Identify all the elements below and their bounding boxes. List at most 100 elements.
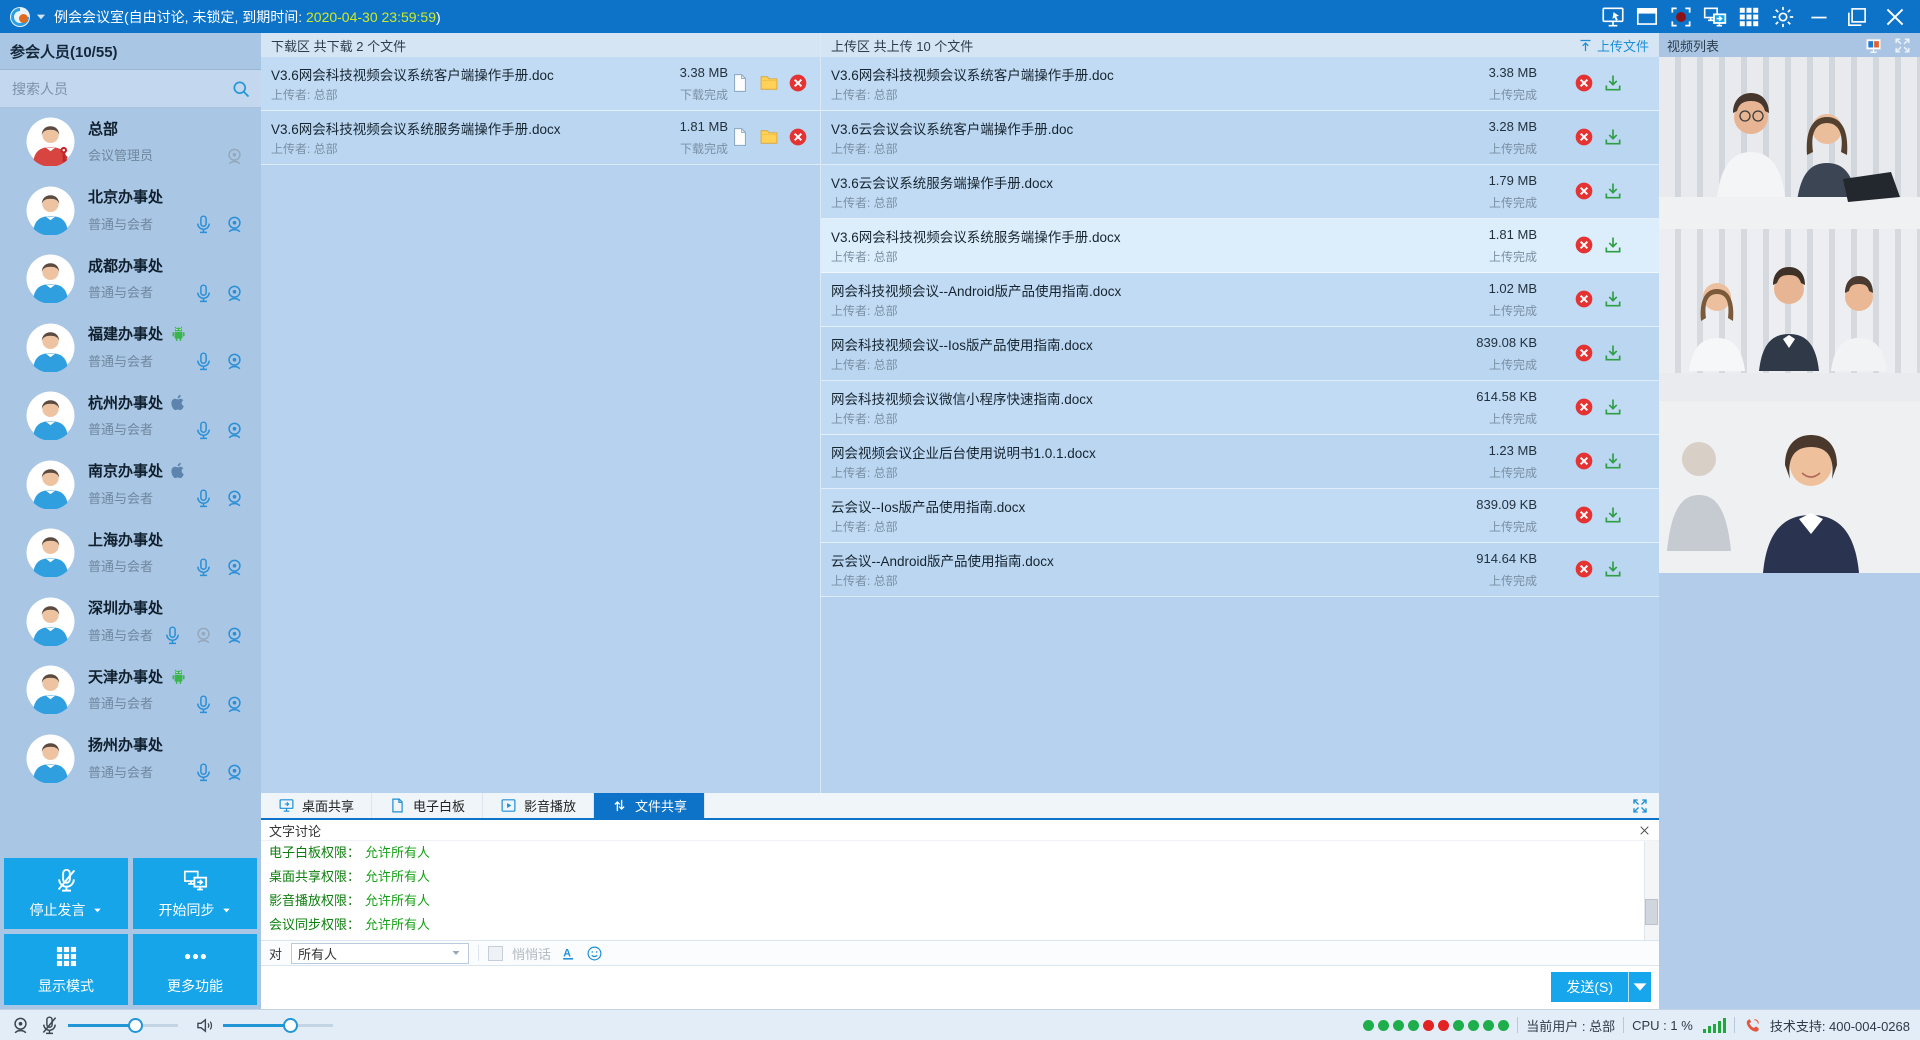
maximize-button[interactable] — [1840, 4, 1874, 30]
webcam-icon[interactable] — [224, 420, 245, 441]
participant-row[interactable]: 福建办事处 普通与会者 — [0, 313, 261, 382]
recipient-select[interactable]: 所有人 — [291, 943, 469, 964]
delete-icon[interactable] — [1574, 397, 1594, 417]
mic-muted-icon[interactable] — [39, 1015, 60, 1036]
close-button[interactable] — [1878, 4, 1912, 30]
record-icon[interactable] — [1666, 4, 1696, 30]
sync-screens-icon[interactable] — [1700, 4, 1730, 30]
tab-电子白板[interactable]: 电子白板 — [372, 793, 483, 818]
expand-icon[interactable] — [1893, 36, 1912, 55]
webcam-icon[interactable] — [224, 762, 245, 783]
delete-icon[interactable] — [1574, 343, 1594, 363]
participant-row[interactable]: 天津办事处 普通与会者 — [0, 655, 261, 724]
page-icon[interactable] — [730, 73, 750, 93]
download-icon[interactable] — [1603, 181, 1623, 201]
speaker-volume-slider[interactable] — [223, 1018, 333, 1033]
delete-icon[interactable] — [1574, 505, 1594, 525]
slider-thumb[interactable] — [128, 1018, 143, 1033]
scrollbar-thumb[interactable] — [1645, 899, 1658, 925]
delete-icon[interactable] — [1574, 181, 1594, 201]
send-button[interactable]: 发送(S) — [1551, 972, 1651, 1002]
close-icon[interactable] — [1638, 824, 1651, 837]
gear-icon[interactable] — [1768, 4, 1798, 30]
grid-icon[interactable] — [1734, 4, 1764, 30]
send-options-caret[interactable] — [1628, 972, 1651, 1002]
mic-icon[interactable] — [193, 420, 214, 441]
webcam-icon[interactable] — [224, 694, 245, 715]
upload-file-row[interactable]: 网会科技视频会议--Ios版产品使用指南.docx 上传者: 总部 839.08… — [821, 327, 1659, 381]
caret-down-icon[interactable] — [92, 905, 103, 916]
download-icon[interactable] — [1603, 127, 1623, 147]
delete-icon[interactable] — [788, 73, 808, 93]
participant-row[interactable]: 上海办事处 普通与会者 — [0, 518, 261, 587]
webcam-icon[interactable] — [224, 351, 245, 372]
page-icon[interactable] — [730, 127, 750, 147]
monitor-cursor-icon[interactable] — [1598, 4, 1628, 30]
tab-桌面共享[interactable]: 桌面共享 — [261, 793, 372, 818]
mic-icon[interactable] — [193, 214, 214, 235]
participant-row[interactable]: 深圳办事处 普通与会者 — [0, 587, 261, 656]
mic-icon[interactable] — [162, 625, 183, 646]
download-icon[interactable] — [1603, 73, 1623, 93]
sidebar-button-sync-screens[interactable]: 开始同步 — [133, 858, 257, 929]
participant-row[interactable]: 南京办事处 普通与会者 — [0, 450, 261, 519]
video-thumbnail-1[interactable] — [1659, 57, 1920, 229]
mic-icon[interactable] — [193, 762, 214, 783]
download-icon[interactable] — [1603, 451, 1623, 471]
participant-row[interactable]: 成都办事处 普通与会者 — [0, 244, 261, 313]
delete-icon[interactable] — [1574, 289, 1594, 309]
webcam-icon[interactable] — [10, 1015, 31, 1036]
webcam-icon[interactable] — [224, 146, 245, 167]
folder-icon[interactable] — [759, 73, 779, 93]
chat-compose-area[interactable]: 发送(S) — [261, 966, 1659, 1009]
delete-icon[interactable] — [788, 127, 808, 147]
sidebar-button-mic-off[interactable]: 停止发言 — [4, 858, 128, 929]
mic-volume-slider[interactable] — [68, 1018, 178, 1033]
chat-scrollbar[interactable] — [1644, 841, 1659, 940]
download-file-row[interactable]: V3.6网会科技视频会议系统服务端操作手册.docx 上传者: 总部 1.81 … — [261, 111, 820, 165]
tab-影音播放[interactable]: 影音播放 — [483, 793, 594, 818]
speaker-icon[interactable] — [194, 1015, 215, 1036]
whisper-checkbox[interactable] — [488, 946, 503, 961]
tab-文件共享[interactable]: 文件共享 — [594, 793, 705, 818]
upload-file-button[interactable]: 上传文件 — [1578, 36, 1649, 55]
mic-icon[interactable] — [193, 283, 214, 304]
emoji-icon[interactable] — [586, 945, 603, 962]
download-icon[interactable] — [1603, 559, 1623, 579]
window-icon[interactable] — [1632, 4, 1662, 30]
search-input[interactable] — [10, 80, 231, 98]
delete-icon[interactable] — [1574, 235, 1594, 255]
sidebar-button-grid[interactable]: 显示模式 — [4, 934, 128, 1005]
minimize-button[interactable] — [1802, 4, 1836, 30]
download-icon[interactable] — [1603, 397, 1623, 417]
caret-down-icon[interactable] — [221, 905, 232, 916]
webcam-icon[interactable] — [224, 557, 245, 578]
upload-file-row[interactable]: 网会科技视频会议微信小程序快速指南.docx 上传者: 总部 614.58 KB… — [821, 381, 1659, 435]
download-icon[interactable] — [1603, 235, 1623, 255]
title-chevron-down-icon[interactable] — [34, 10, 48, 24]
folder-icon[interactable] — [759, 127, 779, 147]
webcam-icon[interactable] — [193, 625, 214, 646]
download-icon[interactable] — [1603, 505, 1623, 525]
video-layout-icon[interactable] — [1864, 36, 1883, 55]
mic-icon[interactable] — [193, 694, 214, 715]
upload-file-row[interactable]: V3.6云会议会议系统客户端操作手册.doc 上传者: 总部 3.28 MB 上… — [821, 111, 1659, 165]
font-icon[interactable]: A — [560, 945, 577, 962]
download-icon[interactable] — [1603, 343, 1623, 363]
download-icon[interactable] — [1603, 289, 1623, 309]
sidebar-button-dots3[interactable]: 更多功能 — [133, 934, 257, 1005]
slider-thumb[interactable] — [283, 1018, 298, 1033]
upload-file-row[interactable]: 云会议--Ios版产品使用指南.docx 上传者: 总部 839.09 KB 上… — [821, 489, 1659, 543]
mic-icon[interactable] — [193, 557, 214, 578]
expand-icon[interactable] — [1631, 797, 1649, 815]
delete-icon[interactable] — [1574, 559, 1594, 579]
mic-icon[interactable] — [193, 351, 214, 372]
video-thumbnail-2[interactable] — [1659, 229, 1920, 401]
participant-row[interactable]: 扬州办事处 普通与会者 — [0, 724, 261, 793]
upload-file-row[interactable]: 网会视频会议企业后台使用说明书1.0.1.docx 上传者: 总部 1.23 M… — [821, 435, 1659, 489]
participant-row[interactable]: 总部 会议管理员 — [0, 107, 261, 176]
webcam-icon[interactable] — [224, 625, 245, 646]
upload-file-row[interactable]: 网会科技视频会议--Android版产品使用指南.docx 上传者: 总部 1.… — [821, 273, 1659, 327]
download-file-row[interactable]: V3.6网会科技视频会议系统客户端操作手册.doc 上传者: 总部 3.38 M… — [261, 57, 820, 111]
participant-row[interactable]: 北京办事处 普通与会者 — [0, 176, 261, 245]
